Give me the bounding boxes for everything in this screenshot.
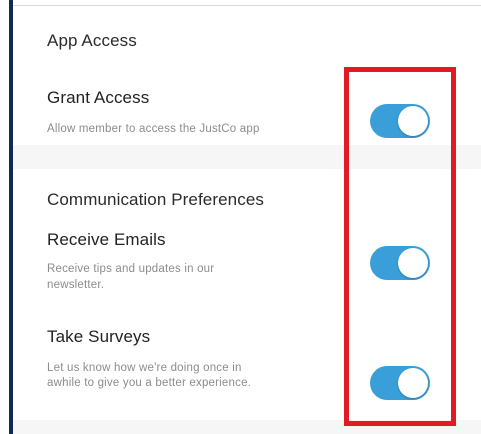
section-separator [13, 420, 481, 434]
toggle-knob [398, 106, 428, 136]
section-title-communication-preferences: Communication Preferences [47, 190, 264, 209]
receive-emails-description-line1: Receive tips and updates in our [47, 263, 215, 275]
take-surveys-description-line2: awhile to give you a better experience. [47, 377, 252, 389]
toggle-knob [398, 248, 428, 278]
section-separator [13, 145, 481, 169]
section-title-app-access: App Access [47, 31, 137, 50]
divider [13, 5, 481, 6]
left-accent-bar [9, 0, 13, 434]
toggle-knob [398, 368, 428, 398]
settings-panel: App Access Grant Access Allow member to … [0, 0, 481, 434]
take-surveys-description-line1: Let us know how we're doing once in [47, 362, 242, 374]
take-surveys-toggle[interactable] [370, 366, 430, 400]
grant-access-toggle[interactable] [370, 104, 430, 138]
grant-access-description: Allow member to access the JustCo app [47, 123, 260, 135]
receive-emails-toggle[interactable] [370, 246, 430, 280]
receive-emails-title: Receive Emails [47, 230, 166, 249]
receive-emails-description-line2: newsletter. [47, 279, 105, 291]
grant-access-title: Grant Access [47, 88, 150, 107]
take-surveys-title: Take Surveys [47, 327, 151, 346]
